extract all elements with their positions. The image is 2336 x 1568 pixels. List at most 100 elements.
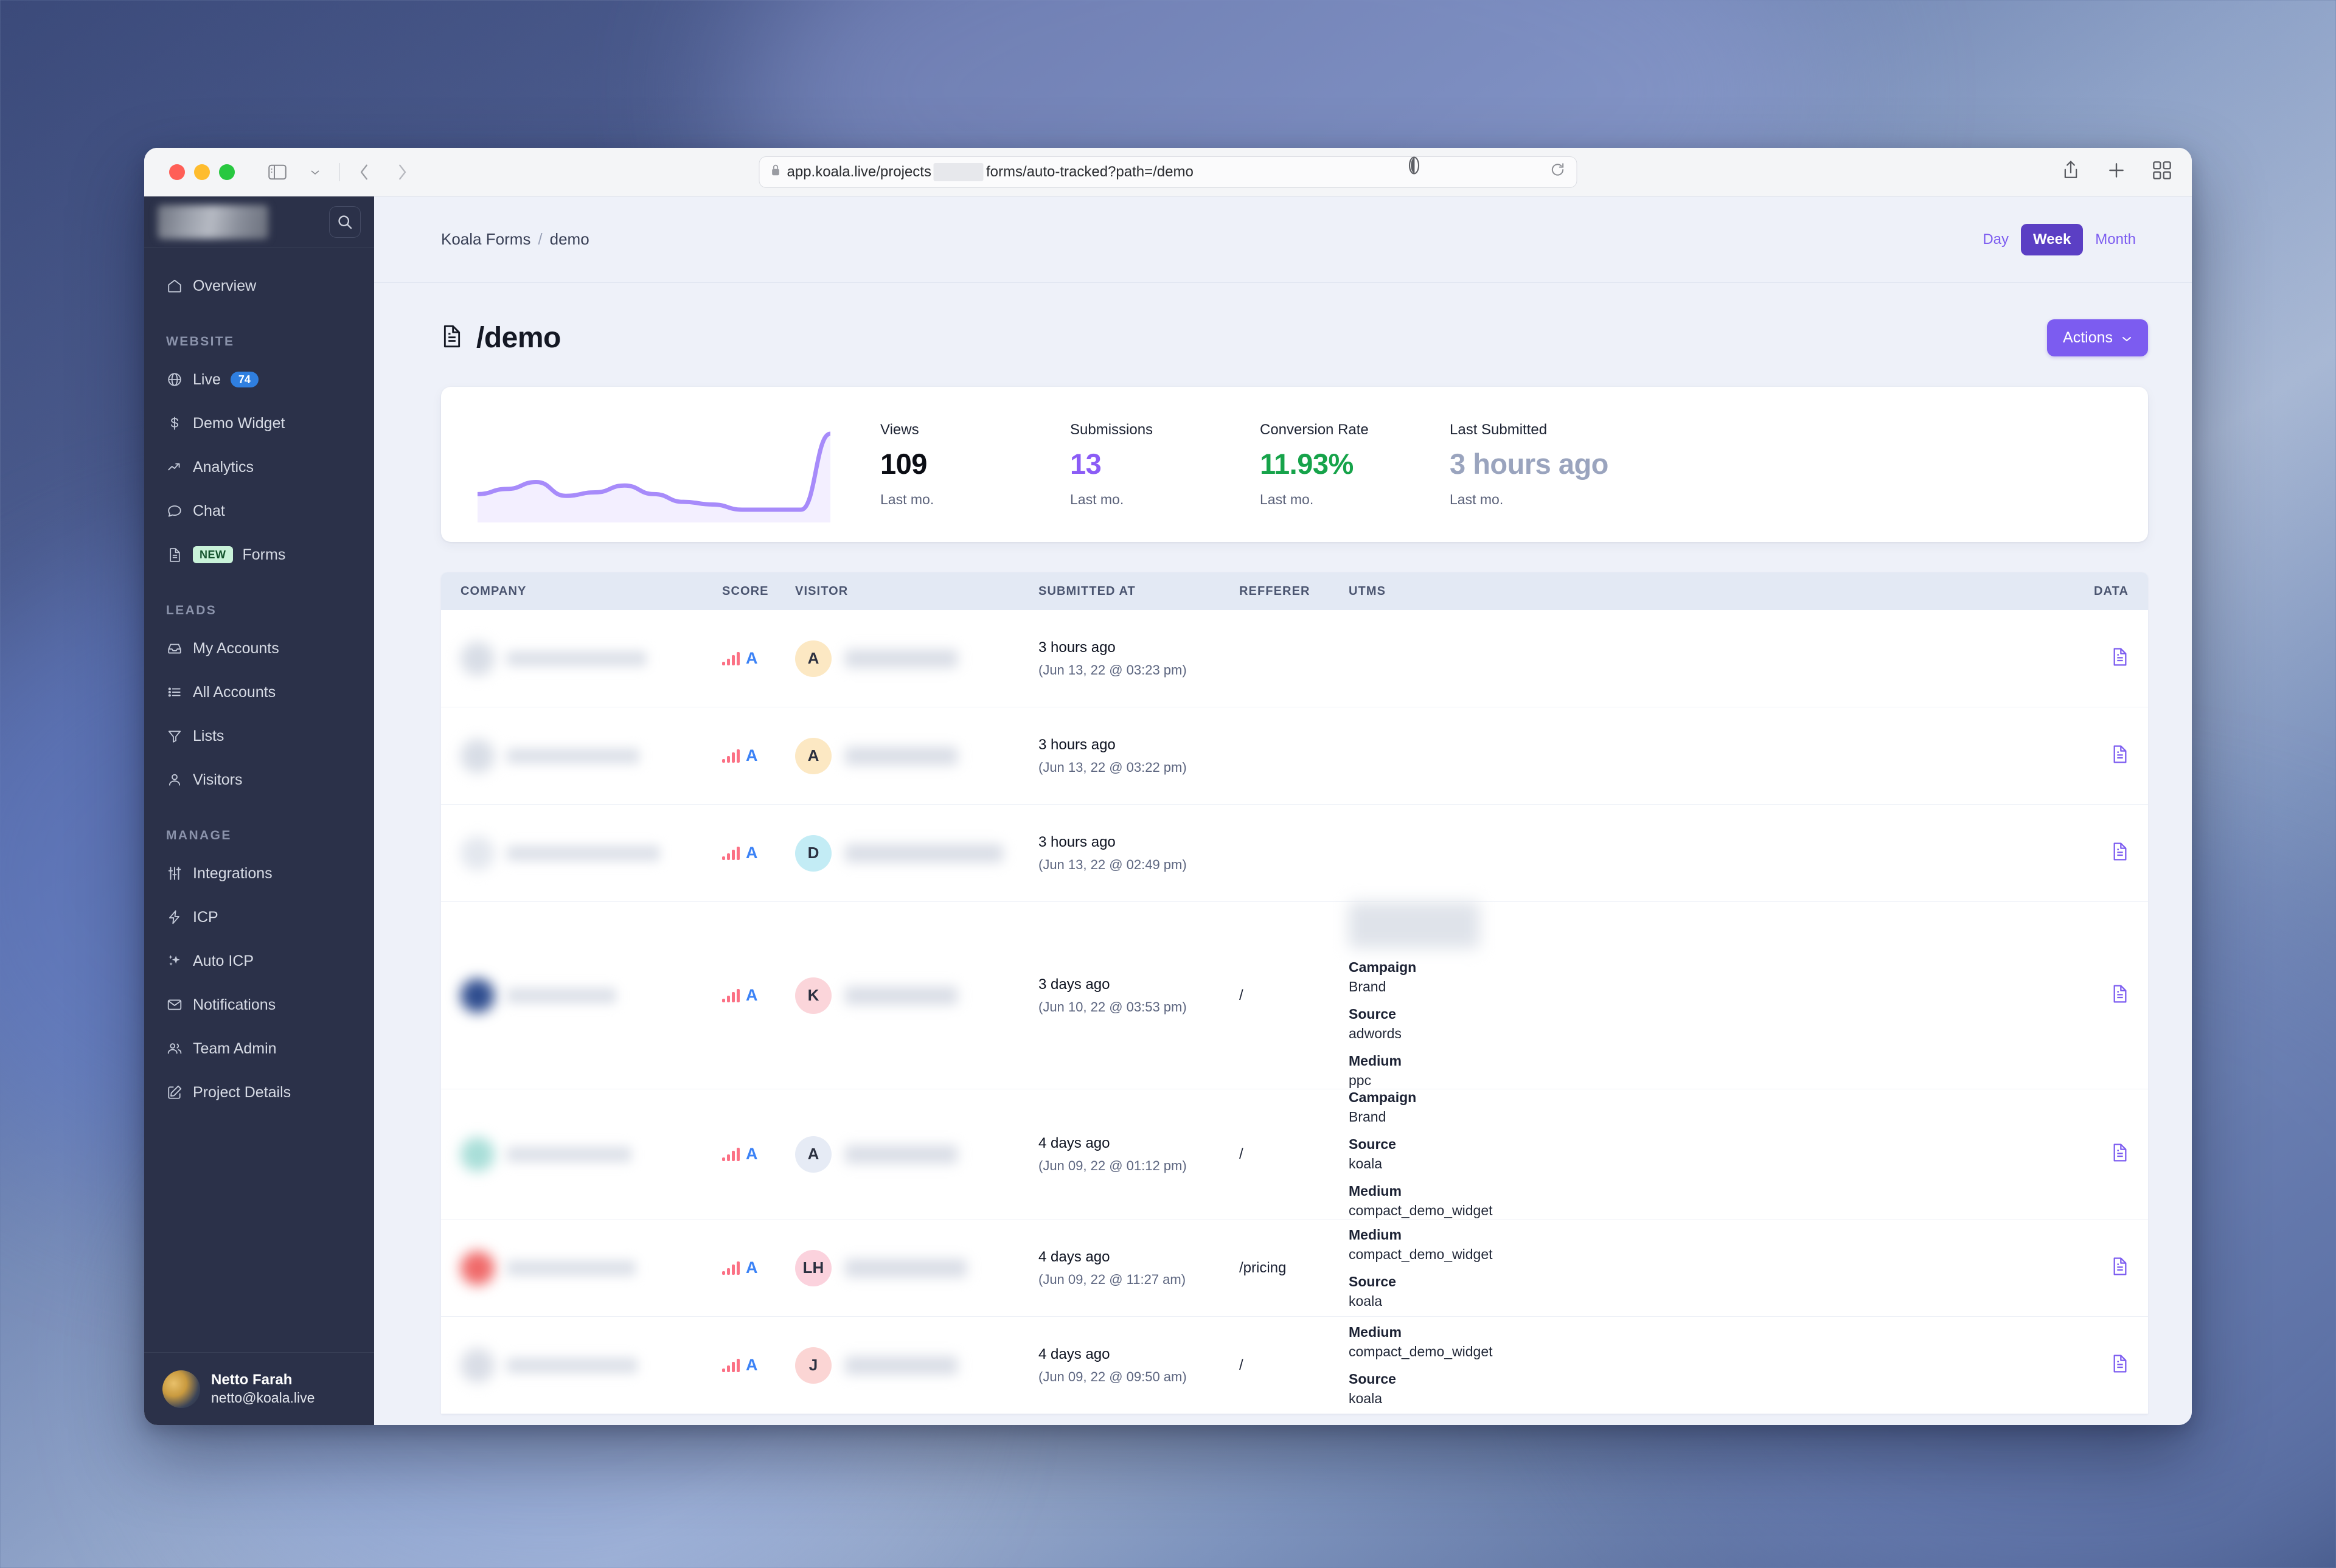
range-month-button[interactable]: Month <box>2083 224 2148 255</box>
utm-value: koala <box>1349 1156 1382 1171</box>
date-range-selector: Day Week Month <box>1970 223 2148 255</box>
sidebar-item-chat[interactable]: Chat <box>144 489 374 533</box>
maximize-window-button[interactable] <box>219 164 235 180</box>
actions-button[interactable]: Actions <box>2047 319 2148 356</box>
table-row[interactable]: A D 3 hours ago (Jun 13, 22 @ 02:49 pm) <box>441 805 2148 902</box>
search-icon[interactable] <box>329 206 361 238</box>
forms-new-badge: NEW <box>193 546 233 563</box>
document-icon[interactable] <box>2112 647 2129 670</box>
document-icon[interactable] <box>2112 1257 2129 1279</box>
sidebar-item-my-accounts[interactable]: My Accounts <box>144 626 374 670</box>
live-count-badge: 74 <box>230 372 259 387</box>
sidebar-item-visitors[interactable]: Visitors <box>144 758 374 802</box>
address-bar[interactable]: app.koala.live/projects forms/auto-track… <box>759 156 1577 188</box>
sidebar-item-forms[interactable]: NEW Forms <box>144 533 374 577</box>
company-name-redacted <box>507 987 616 1004</box>
document-icon[interactable] <box>2112 1354 2129 1376</box>
utm-value: ppc <box>1349 1072 1372 1088</box>
cell-score: A <box>722 649 795 668</box>
visitor-name-redacted <box>845 844 1003 862</box>
cell-visitor: A <box>795 640 1038 677</box>
utm-redacted-block <box>1349 902 1479 948</box>
cell-data[interactable] <box>2056 1354 2129 1376</box>
address-bar-url: app.koala.live/projects forms/auto-track… <box>787 162 1194 181</box>
company-name-redacted <box>507 748 639 764</box>
share-icon[interactable] <box>2062 160 2080 184</box>
column-header-refferer: REFFERER <box>1239 584 1310 598</box>
breadcrumb-root[interactable]: Koala Forms <box>441 230 530 249</box>
table-row[interactable]: A A 3 hours ago (Jun 13, 22 @ 03:23 pm) <box>441 610 2148 707</box>
sidebar-item-team-admin[interactable]: Team Admin <box>144 1027 374 1070</box>
sidebar-item-lists[interactable]: Lists <box>144 714 374 758</box>
document-icon[interactable] <box>2112 1143 2129 1165</box>
score-grade: A <box>746 844 758 862</box>
refferer-path: /pricing <box>1239 1259 1287 1276</box>
sidebar-item-auto-icp[interactable]: Auto ICP <box>144 939 374 983</box>
url-prefix: app.koala.live/projects <box>787 163 931 180</box>
metric-value: 109 <box>880 447 927 480</box>
chevron-down-icon[interactable] <box>299 156 331 188</box>
tab-overview-icon[interactable] <box>2153 161 2171 182</box>
cell-data[interactable] <box>2056 984 2129 1007</box>
back-button[interactable] <box>349 156 380 188</box>
cell-utms: Medium compact_demo_widget Source koala <box>1349 1324 2056 1407</box>
sidebar-item-label: Analytics <box>193 458 254 476</box>
reload-icon[interactable] <box>1550 162 1566 182</box>
sidebar-item-integrations[interactable]: Integrations <box>144 852 374 895</box>
utm-value: koala <box>1349 1390 1382 1406</box>
table-row[interactable]: A K 3 days ago (Jun 10, 22 @ 03:53 pm) / Camp… <box>441 902 2148 1089</box>
sidebar-item-label: Overview <box>193 277 257 294</box>
cell-data[interactable] <box>2056 744 2129 767</box>
close-window-button[interactable] <box>169 164 185 180</box>
cell-data[interactable] <box>2056 1257 2129 1279</box>
submitted-relative: 4 days ago <box>1038 1345 1110 1362</box>
cell-score: A <box>722 1356 795 1375</box>
metric-label: Conversion Rate <box>1260 421 1369 438</box>
minimize-window-button[interactable] <box>194 164 210 180</box>
url-suffix: forms/auto-tracked?path=/demo <box>985 163 1194 180</box>
table-row[interactable]: A J 4 days ago (Jun 09, 22 @ 09:50 am) / Medi… <box>441 1317 2148 1414</box>
cell-visitor: K <box>795 977 1038 1014</box>
sidebar-item-notifications[interactable]: Notifications <box>144 983 374 1027</box>
sidebar-user-profile[interactable]: Netto Farah netto@koala.live <box>144 1352 374 1425</box>
sidebar-item-project-details[interactable]: Project Details <box>144 1070 374 1114</box>
forward-button[interactable] <box>386 156 418 188</box>
sidebar-item-analytics[interactable]: Analytics <box>144 445 374 489</box>
visitor-avatar: A <box>795 737 832 774</box>
table-row[interactable]: A A 3 hours ago (Jun 13, 22 @ 03:22 pm) <box>441 707 2148 805</box>
plus-icon[interactable] <box>2107 161 2126 183</box>
document-icon[interactable] <box>2112 842 2129 864</box>
cell-data[interactable] <box>2056 1143 2129 1165</box>
sidebar-item-live[interactable]: Live 74 <box>144 358 374 401</box>
window-controls[interactable] <box>169 164 235 180</box>
range-day-button[interactable]: Day <box>1970 224 2021 255</box>
column-header-score: SCORE <box>722 584 769 598</box>
cell-data[interactable] <box>2056 647 2129 670</box>
document-icon[interactable] <box>2112 744 2129 767</box>
metric-sublabel: Last mo. <box>1260 491 1314 507</box>
address-bar-container: app.koala.live/projects forms/auto-track… <box>759 156 1577 188</box>
url-redacted-segment <box>933 162 984 181</box>
user-email: netto@koala.live <box>211 1389 315 1406</box>
sidebar-item-overview[interactable]: Overview <box>144 264 374 308</box>
sidebar-toggle-icon[interactable] <box>262 156 293 188</box>
range-week-button[interactable]: Week <box>2021 223 2084 255</box>
sidebar-item-all-accounts[interactable]: All Accounts <box>144 670 374 714</box>
metric-label: Submissions <box>1070 421 1153 438</box>
users-icon <box>166 1040 183 1057</box>
koala-logo[interactable] <box>158 205 268 239</box>
sidebar-nav: Overview WEBSITE Live 74 Demo Widget Ana… <box>144 248 374 1352</box>
utm-value: compact_demo_widget <box>1349 1246 1493 1262</box>
sidebar-item-demo-widget[interactable]: Demo Widget <box>144 401 374 445</box>
sparkline-chart <box>441 387 867 542</box>
cell-company <box>461 978 722 1013</box>
utm-key: Source <box>1349 1006 1396 1022</box>
table-row[interactable]: A LH 4 days ago (Jun 09, 22 @ 11:27 am) /pri… <box>441 1219 2148 1317</box>
sidebar-item-icp[interactable]: ICP <box>144 895 374 939</box>
cell-submitted-at: 4 days ago (Jun 09, 22 @ 01:12 pm) <box>1038 1135 1239 1174</box>
cell-data[interactable] <box>2056 842 2129 864</box>
company-name-redacted <box>507 845 660 861</box>
document-icon[interactable] <box>2112 984 2129 1007</box>
reader-view-icon[interactable] <box>1407 156 1422 178</box>
table-row[interactable]: A A 4 days ago (Jun 09, 22 @ 01:12 pm) / Camp… <box>441 1089 2148 1219</box>
